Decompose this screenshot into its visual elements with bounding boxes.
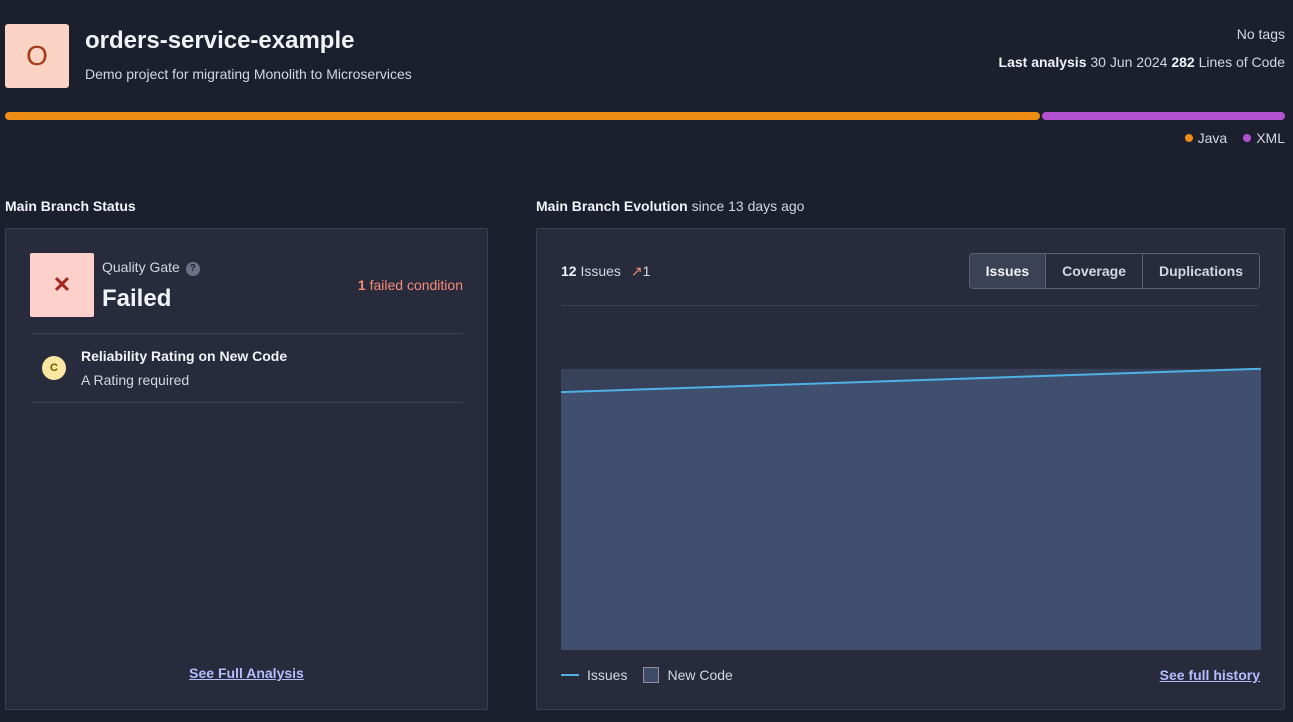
issues-chart	[561, 367, 1261, 650]
loc-label: Lines of Code	[1198, 54, 1285, 70]
tab-coverage[interactable]: Coverage	[1045, 254, 1142, 288]
last-analysis-date: 30 Jun 2024	[1090, 54, 1168, 70]
tab-issues[interactable]: Issues	[969, 254, 1046, 288]
legend-xml-label: XML	[1256, 130, 1285, 146]
divider	[30, 402, 463, 403]
tab-duplications[interactable]: Duplications	[1141, 254, 1259, 288]
legend-issues-label: Issues	[587, 667, 628, 683]
analysis-meta: Last analysis 30 Jun 2024 282 Lines of C…	[999, 54, 1285, 70]
legend-java: Java	[1184, 130, 1228, 146]
java-dot-icon	[1184, 134, 1193, 142]
last-analysis-label: Last analysis	[998, 54, 1087, 70]
failed-count: 1	[357, 277, 366, 293]
language-distribution-bar	[5, 112, 1285, 120]
evolution-card: 12 Issues ↗1 Issues Coverage Duplication…	[536, 228, 1285, 710]
project-title: orders-service-example	[85, 27, 355, 54]
issues-count: 12 Issues ↗1	[561, 263, 650, 280]
quality-gate-label: Quality Gate?	[102, 259, 200, 276]
rating-badge: C	[42, 356, 66, 380]
condition-title: Reliability Rating on New Code	[81, 348, 288, 364]
evolution-title: Main Branch Evolution	[536, 198, 688, 214]
divider	[30, 333, 463, 334]
status-section-title: Main Branch Status	[5, 198, 136, 214]
language-segment-java	[5, 112, 1041, 120]
evolution-since: since 13 days ago	[691, 198, 805, 214]
issues-line-swatch	[561, 674, 579, 676]
legend-java-label: Java	[1197, 130, 1228, 146]
xml-dot-icon	[1243, 134, 1252, 142]
see-full-analysis-link[interactable]: See Full Analysis	[189, 665, 304, 681]
chart-legend: Issues New Code	[561, 667, 733, 683]
divider	[561, 305, 1260, 306]
see-full-history-link[interactable]: See full history	[1160, 667, 1260, 683]
language-legend: Java XML	[1184, 130, 1285, 146]
status-card: ✕ Quality Gate? Failed 1 failed conditio…	[5, 228, 488, 710]
metric-tabs: Issues Coverage Duplications	[968, 253, 1260, 289]
failed-conditions-link[interactable]: 1 failed condition	[358, 277, 463, 293]
trend-up-icon: ↗	[630, 263, 643, 279]
failed-text: failed condition	[369, 277, 463, 293]
issues-count-value: 12	[561, 263, 577, 279]
failed-x-icon: ✕	[30, 253, 94, 317]
legend-xml: XML	[1243, 130, 1285, 146]
legend-new-code-label: New Code	[667, 667, 733, 683]
language-segment-xml	[1042, 112, 1285, 120]
issues-count-label: Issues	[580, 263, 621, 279]
project-description: Demo project for migrating Monolith to M…	[85, 66, 412, 82]
help-icon[interactable]: ?	[185, 262, 200, 276]
project-tags[interactable]: No tags	[1237, 26, 1285, 42]
condition-subtitle: A Rating required	[81, 372, 190, 388]
quality-gate-text: Quality Gate	[102, 259, 180, 275]
quality-gate-status: Failed	[102, 285, 172, 312]
issues-delta: 1	[642, 263, 651, 279]
loc-value: 282	[1171, 54, 1195, 70]
issues-area	[561, 368, 1261, 650]
project-avatar: O	[5, 24, 69, 88]
evolution-section-title: Main Branch Evolution since 13 days ago	[536, 198, 804, 214]
new-code-swatch	[643, 667, 660, 683]
